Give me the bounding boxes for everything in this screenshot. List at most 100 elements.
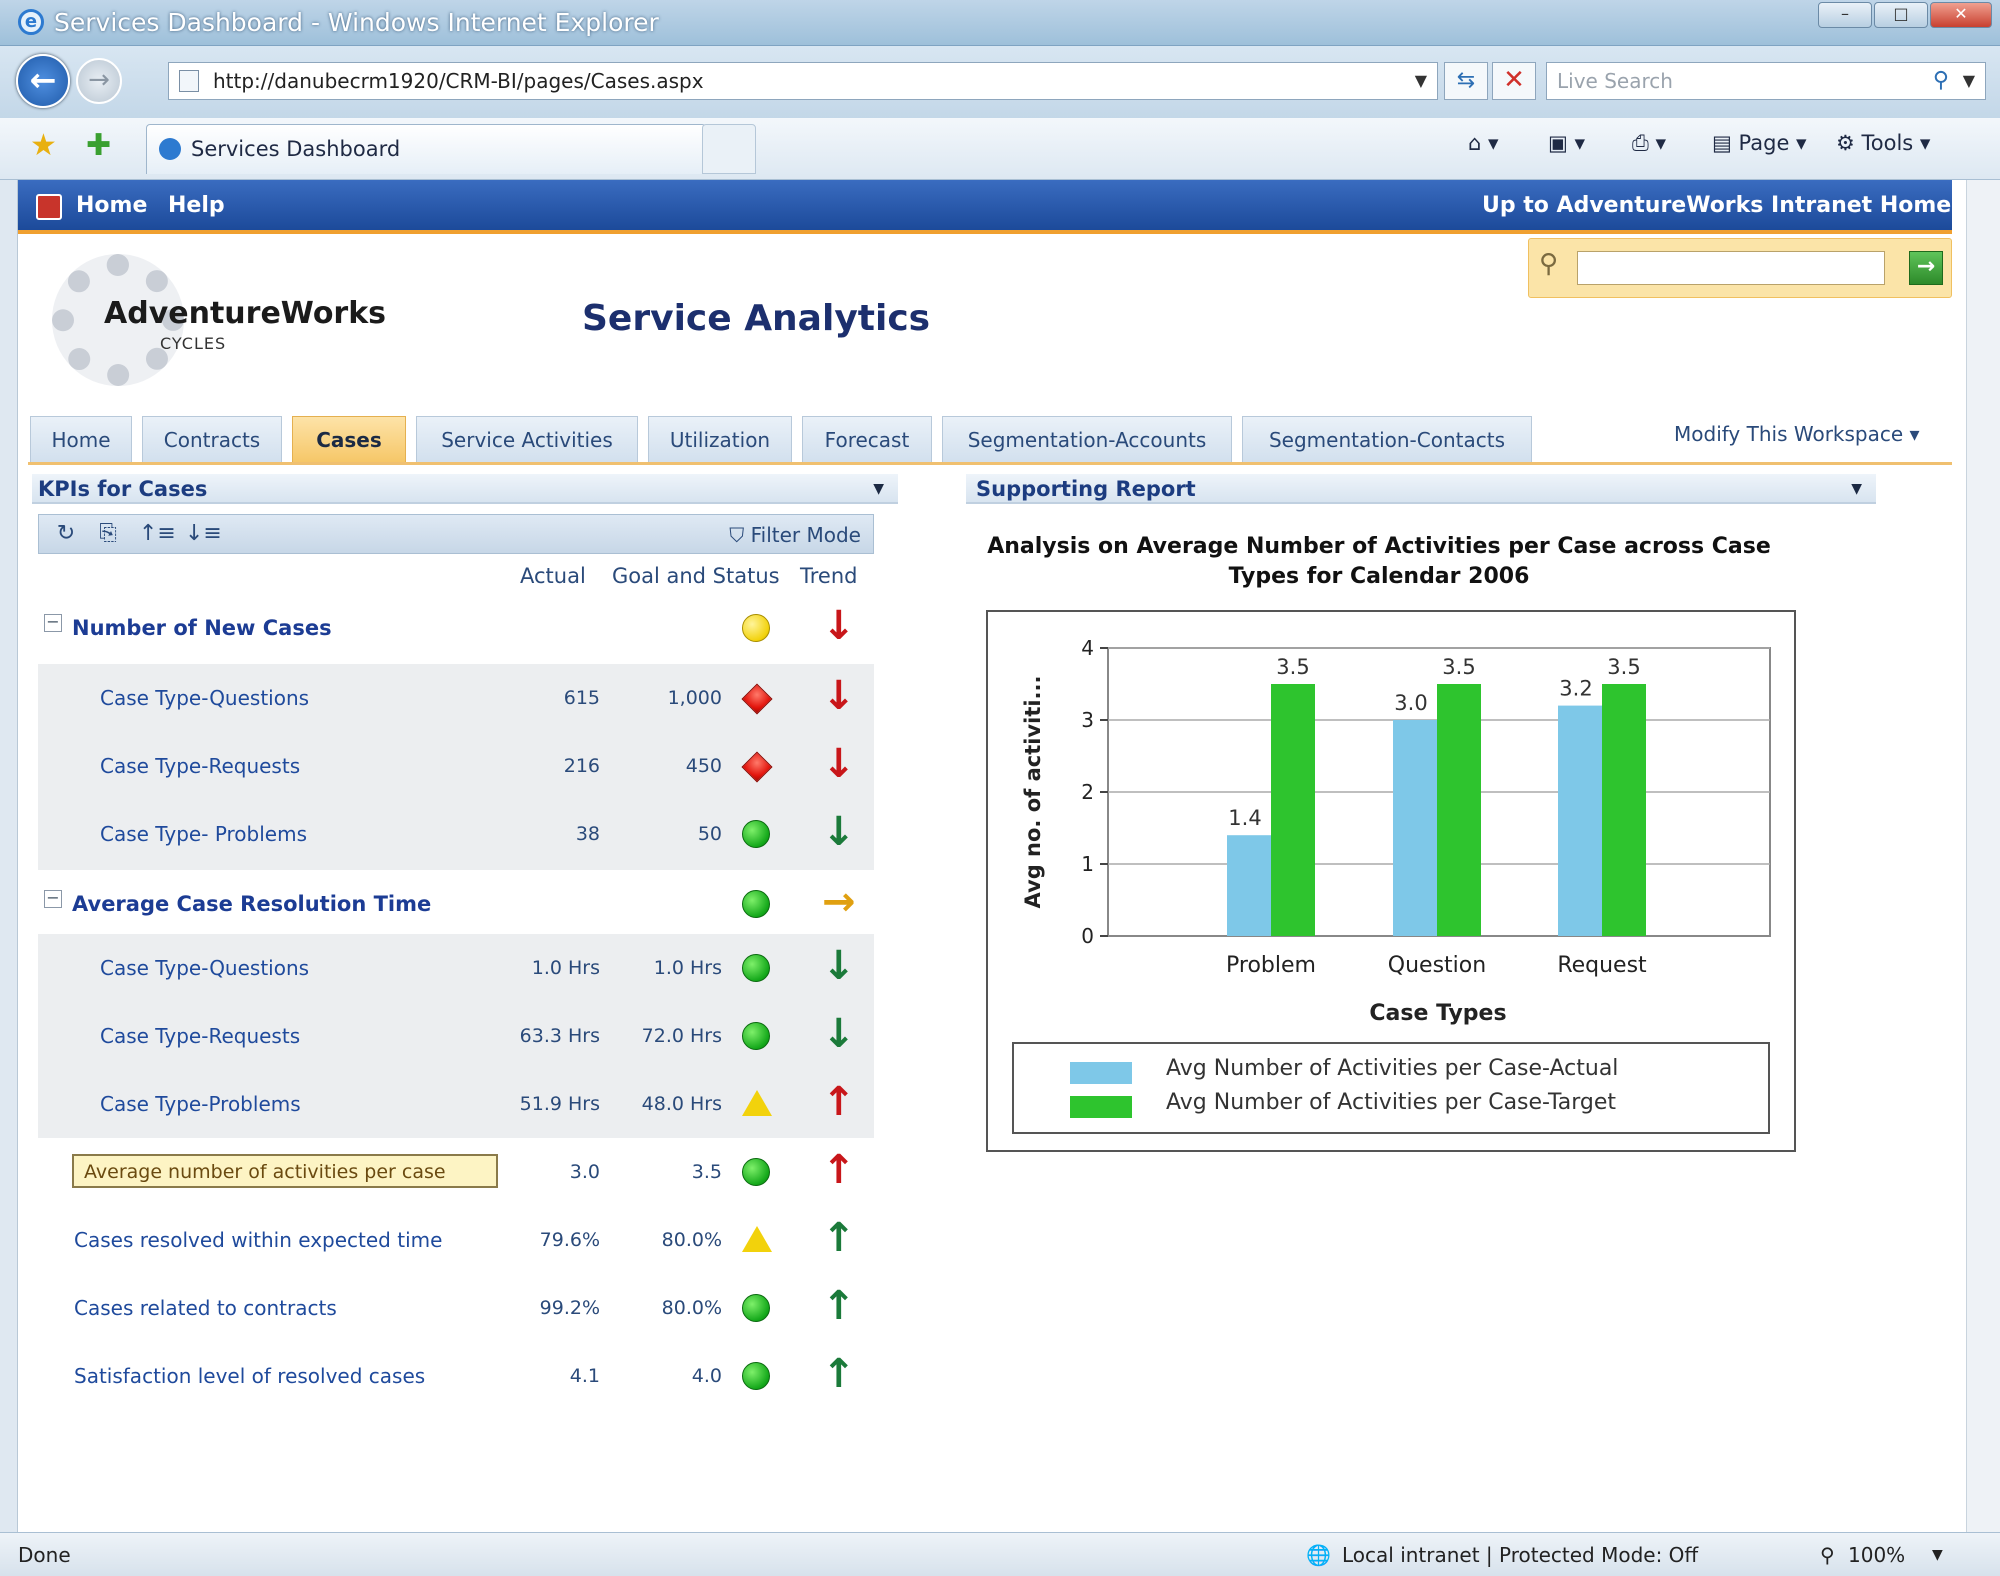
trend-down-arrow-icon: ↓ bbox=[822, 603, 856, 649]
kpi-row[interactable]: Cases related to contracts 99.2% 80.0% ↑ bbox=[38, 1274, 874, 1342]
kpi-row[interactable]: Case Type-Requests 63.3 Hrs 72.0 Hrs ↓ bbox=[38, 1002, 874, 1070]
kpi-row[interactable]: Cases resolved within expected time 79.6%… bbox=[38, 1206, 874, 1274]
kpi-row[interactable]: Average number of activities per case 3.0… bbox=[38, 1138, 874, 1206]
zoom-level[interactable]: 100% bbox=[1848, 1543, 1905, 1567]
bar-target[interactable] bbox=[1602, 684, 1646, 936]
page-menu-label: Page bbox=[1738, 131, 1790, 155]
kpi-row[interactable]: Case Type-Requests 216 450 ↓ bbox=[38, 732, 874, 800]
maximize-button[interactable]: □ bbox=[1874, 2, 1928, 28]
tab-contracts[interactable]: Contracts bbox=[142, 416, 282, 462]
search-icon[interactable]: ⚲ bbox=[1933, 63, 1949, 99]
kpi-label[interactable]: Average Case Resolution Time bbox=[72, 890, 431, 918]
kpi-label[interactable]: Case Type-Questions bbox=[100, 684, 309, 712]
feeds-icon[interactable]: ▣ ▾ bbox=[1548, 128, 1585, 158]
logo-name: AdventureWorks bbox=[104, 296, 387, 331]
kpi-label[interactable]: Cases resolved within expected time bbox=[74, 1226, 442, 1254]
kpi-label[interactable]: Case Type- Problems bbox=[100, 820, 307, 848]
kpi-label[interactable]: Case Type-Questions bbox=[100, 954, 309, 982]
refresh-icon[interactable]: ↻ bbox=[53, 521, 79, 547]
chevron-down-icon[interactable]: ▼ bbox=[1415, 63, 1427, 99]
bar-actual[interactable] bbox=[1393, 720, 1437, 936]
collapse-toggle-icon[interactable]: − bbox=[44, 890, 62, 908]
bar-target[interactable] bbox=[1271, 684, 1315, 936]
trend-up-arrow-icon: ↑ bbox=[822, 1351, 856, 1397]
new-tab-button[interactable] bbox=[702, 124, 756, 174]
forward-button[interactable]: → bbox=[76, 58, 122, 104]
filter-mode-label: Filter Mode bbox=[750, 523, 861, 547]
security-zone[interactable]: Local intranet | Protected Mode: Off bbox=[1342, 1543, 1698, 1567]
chevron-down-icon[interactable]: ▼ bbox=[1851, 474, 1862, 504]
tab-home[interactable]: Home bbox=[30, 416, 132, 462]
kpi-goal: 80.0% bbox=[661, 1297, 722, 1319]
filter-mode-button[interactable]: ⛉ Filter Mode bbox=[729, 523, 861, 547]
nav-help-link[interactable]: Help bbox=[168, 192, 225, 220]
chevron-down-icon[interactable]: ▼ bbox=[1932, 1547, 1943, 1563]
tab-utilization[interactable]: Utilization bbox=[648, 416, 792, 462]
stop-button[interactable]: ✕ bbox=[1492, 62, 1536, 100]
kpi-row[interactable]: Case Type-Questions 1.0 Hrs 1.0 Hrs ↓ bbox=[38, 934, 874, 1002]
kpi-row[interactable]: Case Type-Questions 615 1,000 ↓ bbox=[38, 664, 874, 732]
home-icon[interactable]: ⌂ ▾ bbox=[1468, 128, 1499, 158]
x-tick-label: Request bbox=[1557, 953, 1647, 978]
kpi-label[interactable]: Case Type-Problems bbox=[100, 1090, 301, 1118]
live-search-input[interactable]: Live Search ⚲ ▼ bbox=[1546, 62, 1986, 100]
print-icon[interactable]: ⎙ ▾ bbox=[1632, 128, 1666, 158]
page-menu[interactable]: ▤ Page ▾ bbox=[1712, 128, 1807, 158]
sort-descending-icon[interactable]: ↓≡ bbox=[185, 521, 222, 547]
kpi-row[interactable]: Case Type-Problems 51.9 Hrs 48.0 Hrs ↑ bbox=[38, 1070, 874, 1138]
back-button[interactable]: ← bbox=[16, 54, 70, 108]
kpi-goal: 1,000 bbox=[667, 687, 722, 709]
tab-segmentation-accounts[interactable]: Segmentation-Accounts bbox=[942, 416, 1232, 462]
bar-actual[interactable] bbox=[1558, 705, 1602, 936]
page-scrollbar[interactable] bbox=[1966, 180, 2000, 1532]
favorites-star-icon[interactable]: ★ bbox=[30, 128, 57, 163]
kpi-label[interactable]: Case Type-Requests bbox=[100, 752, 300, 780]
address-input[interactable]: http://danubecrm1920/CRM-BI/pages/Cases.… bbox=[168, 62, 1438, 100]
trend-up-arrow-icon: ↑ bbox=[822, 1215, 856, 1261]
bar-actual[interactable] bbox=[1227, 835, 1271, 936]
sort-ascending-icon[interactable]: ↑≡ bbox=[139, 521, 176, 547]
close-window-button[interactable]: ✕ bbox=[1930, 2, 1992, 28]
report-panel-title: Supporting Report bbox=[976, 477, 1196, 501]
page-title: Service Analytics bbox=[582, 298, 931, 339]
kpi-label[interactable]: Average number of activities per case bbox=[84, 1158, 446, 1186]
tools-menu-label: Tools bbox=[1861, 131, 1914, 155]
tab-forecast[interactable]: Forecast bbox=[802, 416, 932, 462]
kpi-panel-header[interactable]: KPIs for Cases ▼ bbox=[32, 474, 898, 504]
kpi-label[interactable]: Satisfaction level of resolved cases bbox=[74, 1362, 425, 1390]
collapse-toggle-icon[interactable]: − bbox=[44, 614, 62, 632]
kpi-group-row[interactable]: − Number of New Cases ↓ bbox=[38, 594, 874, 662]
add-favorites-icon[interactable]: ✚ bbox=[86, 128, 111, 163]
search-go-button[interactable]: → bbox=[1909, 251, 1943, 285]
kpi-label[interactable]: Cases related to contracts bbox=[74, 1294, 337, 1322]
report-panel-header[interactable]: Supporting Report ▼ bbox=[966, 474, 1876, 504]
modify-workspace-menu[interactable]: Modify This Workspace ▾ bbox=[1674, 422, 1920, 446]
status-bar: Done 🌐 Local intranet | Protected Mode: … bbox=[0, 1532, 2000, 1576]
tab-service-activities[interactable]: Service Activities bbox=[416, 416, 638, 462]
kpi-label[interactable]: Case Type-Requests bbox=[100, 1022, 300, 1050]
kpi-row[interactable]: Satisfaction level of resolved cases 4.1 4… bbox=[38, 1342, 874, 1410]
chart-legend: Avg Number of Activities per Case-Actual… bbox=[1012, 1042, 1770, 1134]
minimize-button[interactable]: – bbox=[1818, 2, 1872, 28]
tab-cases[interactable]: Cases bbox=[292, 416, 406, 462]
chevron-down-icon[interactable]: ▼ bbox=[1963, 63, 1975, 99]
browser-tab[interactable]: Services Dashboard bbox=[146, 124, 706, 174]
nav-home-link[interactable]: Home bbox=[76, 192, 147, 220]
site-home-icon[interactable] bbox=[36, 194, 62, 220]
modify-workspace-label: Modify This Workspace bbox=[1674, 422, 1904, 446]
site-search: ⚲ → bbox=[1528, 238, 1952, 298]
nav-up-link[interactable]: Up to AdventureWorks Intranet Home bbox=[1482, 192, 1951, 220]
y-tick-label: 0 bbox=[1081, 924, 1094, 948]
kpi-row[interactable]: Case Type- Problems 38 50 ↓ bbox=[38, 800, 874, 868]
site-search-input[interactable] bbox=[1577, 251, 1885, 285]
tools-menu[interactable]: ⚙ Tools ▾ bbox=[1836, 128, 1930, 158]
refresh-button[interactable]: ⇆ bbox=[1444, 62, 1488, 100]
trend-up-arrow-icon: ↑ bbox=[822, 1079, 856, 1125]
search-icon: ⚲ bbox=[1539, 249, 1559, 279]
kpi-group-row[interactable]: − Average Case Resolution Time → bbox=[38, 870, 874, 938]
chevron-down-icon[interactable]: ▼ bbox=[873, 474, 884, 504]
kpi-label[interactable]: Number of New Cases bbox=[72, 614, 332, 642]
export-icon[interactable]: ⎘ bbox=[95, 521, 121, 547]
bar-target[interactable] bbox=[1437, 684, 1481, 936]
tab-segmentation-contacts[interactable]: Segmentation-Contacts bbox=[1242, 416, 1532, 462]
